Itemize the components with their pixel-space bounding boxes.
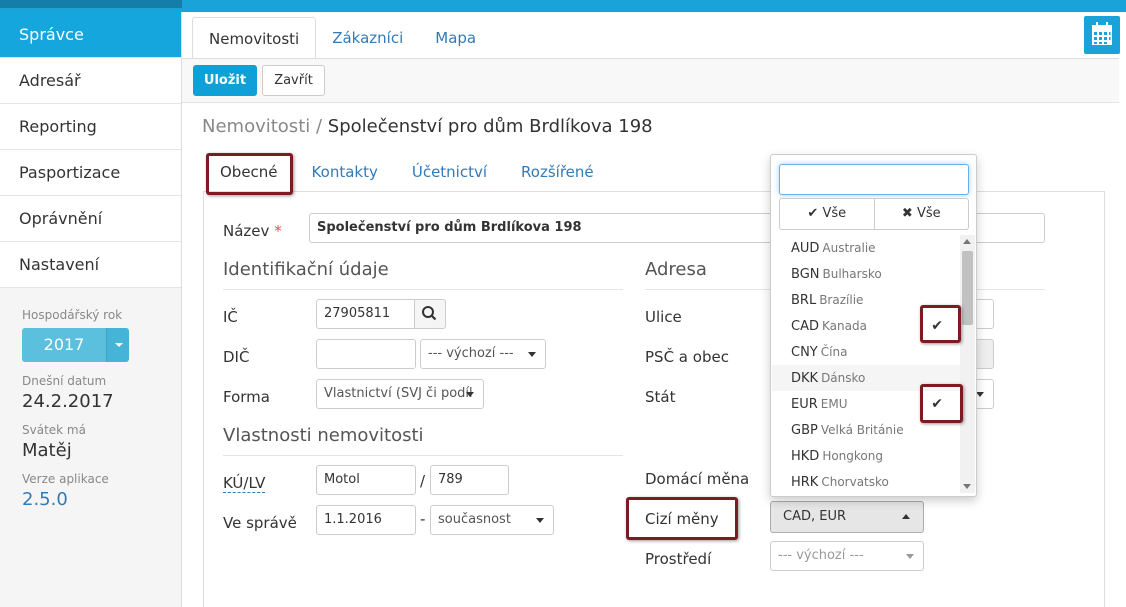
vesprave-from-input[interactable]: 1.1.2016 [316, 505, 416, 535]
version-link[interactable]: 2.5.0 [22, 489, 181, 510]
calendar-icon [1092, 22, 1112, 45]
sidebar-item-nastaveni[interactable]: Nastavení [0, 242, 181, 288]
close-button[interactable]: Zavřít [262, 65, 325, 96]
required-mark: * [274, 222, 282, 240]
ulice-label: Ulice [645, 308, 682, 326]
cross-icon: ✖ [901, 206, 913, 221]
stat-label: Stát [645, 388, 676, 406]
dic-select[interactable]: --- výchozí --- [420, 339, 546, 369]
breadcrumb-parent[interactable]: Nemovitosti [202, 116, 310, 137]
currency-list-scrollbar[interactable] [960, 235, 975, 493]
version-label: Verze aplikace [22, 472, 109, 486]
ic-label: IČ [223, 308, 238, 326]
breadcrumb: Nemovitosti / Společenství pro dům Brdlí… [202, 116, 653, 137]
lv-separator: / [420, 472, 426, 490]
list-item[interactable]: BGN Bulharsko [772, 261, 960, 287]
fiscal-year-button[interactable]: 2017 [22, 328, 106, 362]
main-tabs: Nemovitosti Zákazníci Mapa [192, 17, 492, 59]
nameday-value: Matěj [22, 440, 72, 461]
breadcrumb-separator: / [315, 116, 323, 137]
sidebar: Správce Adresář Reporting Pasportizace O… [0, 12, 182, 607]
sidebar-item-adresar[interactable]: Adresář [0, 58, 181, 104]
breadcrumb-current: Společenství pro dům Brdlíkova 198 [327, 116, 653, 137]
forma-select[interactable]: Vlastnictví (SVJ či podíl [316, 379, 484, 409]
ident-section-title: Identifikační údaje [223, 259, 389, 280]
tab-kontakty[interactable]: Kontakty [295, 152, 395, 192]
dic-label: DIČ [223, 348, 250, 366]
tab-rozsirene[interactable]: Rozšířené [504, 152, 611, 192]
check-icon: ✔ [807, 206, 819, 221]
select-buttons: ✔ Vše ✖ Vše [779, 198, 969, 230]
scroll-down-icon[interactable] [963, 484, 971, 489]
sidebar-item-pasportizace[interactable]: Pasportizace [0, 150, 181, 196]
scroll-thumb[interactable] [962, 251, 973, 325]
list-item[interactable]: HRK Chorvatsko [772, 469, 960, 495]
vesprave-to-select[interactable]: současnost [430, 505, 554, 535]
tab-ucetnictvi[interactable]: Účetnictví [395, 152, 504, 192]
env-select[interactable]: --- výchozí --- [770, 541, 924, 571]
tab-nemovitosti[interactable]: Nemovitosti [192, 17, 317, 59]
today-label: Dnešní datum [22, 374, 107, 388]
kulv-label[interactable]: KÚ/LV [223, 474, 266, 493]
vesprave-dash: - [420, 510, 426, 528]
lv-input[interactable]: 789 [430, 465, 509, 495]
list-item[interactable]: AUD Australie [772, 235, 960, 261]
scroll-up-icon[interactable] [963, 239, 971, 244]
sidebar-item-reporting[interactable]: Reporting [0, 104, 181, 150]
props-section-line [223, 455, 623, 456]
list-item[interactable]: HKD Hongkong [772, 443, 960, 469]
ic-input[interactable]: 27905811 [316, 299, 415, 329]
name-label: Název * [223, 222, 282, 240]
save-button[interactable]: Uložit [193, 65, 257, 96]
sidebar-item-opravneni[interactable]: Oprávnění [0, 196, 181, 242]
currency-search-input[interactable] [779, 164, 969, 195]
tab-zakaznici[interactable]: Zákazníci [316, 17, 419, 59]
logo-strip [0, 0, 182, 8]
highlight-eur-check [920, 384, 963, 423]
highlight-tab-obecne [206, 153, 293, 195]
sidebar-info: Hospodářský rok 2017 Dnešní datum 24.2.2… [0, 288, 181, 510]
ident-section-line [223, 289, 623, 290]
toolbar: Uložit Zavřít [182, 59, 1119, 103]
psc-label: PSČ a obec [645, 348, 729, 366]
sidebar-item-spravce[interactable]: Správce [0, 12, 181, 58]
ku-input[interactable]: Motol [316, 465, 416, 495]
select-all-button[interactable]: ✔ Vše [779, 198, 875, 230]
dic-input[interactable] [316, 339, 416, 369]
nameday-label: Svátek má [22, 423, 86, 437]
fiscal-year-label: Hospodářský rok [22, 308, 123, 322]
currency-list: AUD Australie BGN Bulharsko BRL Brazílie CA… [772, 235, 960, 495]
deselect-all-button[interactable]: ✖ Vše [874, 198, 969, 230]
fiscal-year-picker: 2017 [22, 328, 181, 362]
tab-mapa[interactable]: Mapa [419, 17, 492, 59]
ic-search-button[interactable] [414, 299, 446, 329]
search-icon [422, 306, 437, 321]
env-label: Prostředí [645, 550, 712, 568]
props-section-title: Vlastnosti nemovitosti [223, 425, 424, 446]
home-currency-label: Domácí měna [645, 470, 750, 488]
forma-label: Forma [223, 388, 270, 406]
highlight-foreign-currency [626, 497, 738, 540]
fiscal-year-caret-icon[interactable] [106, 328, 129, 362]
highlight-cad-check [920, 305, 961, 343]
calendar-button[interactable] [1084, 16, 1120, 54]
today-value: 24.2.2017 [22, 391, 114, 412]
vesprave-label: Ve správě [223, 514, 297, 532]
address-section-title: Adresa [645, 259, 707, 280]
foreign-currency-select[interactable]: CAD, EUR [770, 501, 924, 533]
